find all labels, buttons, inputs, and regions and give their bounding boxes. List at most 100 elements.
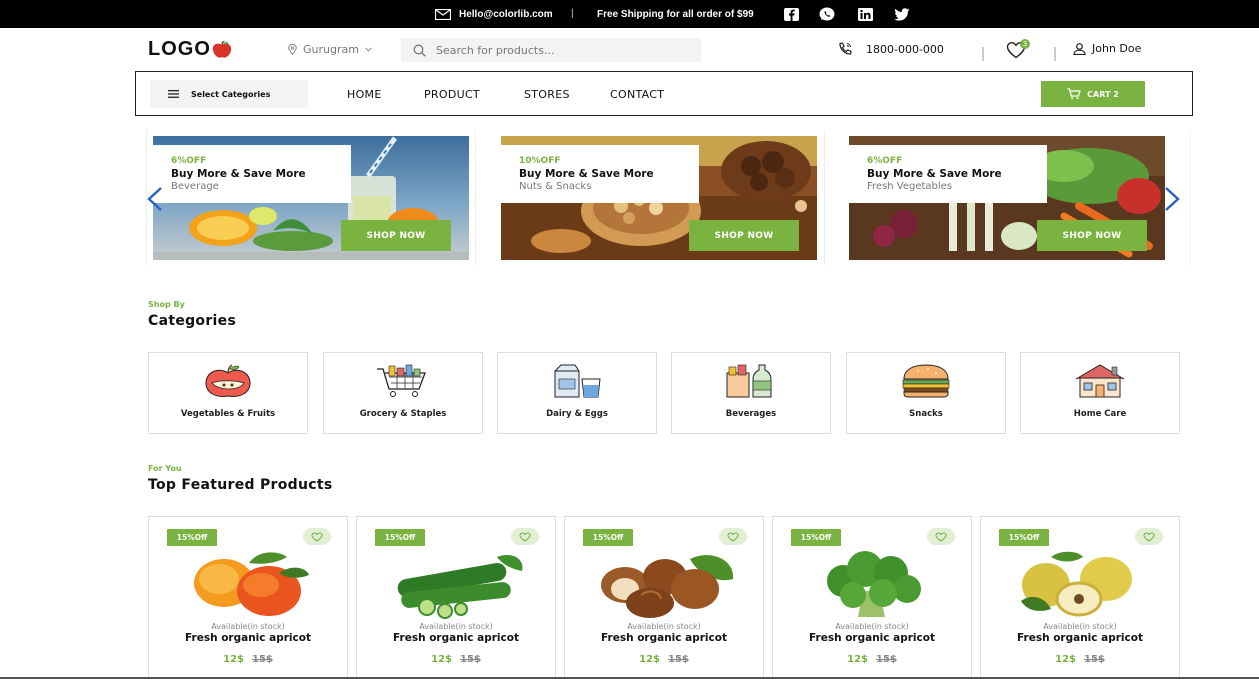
banner-subtitle: Beverage [171, 181, 219, 192]
category-label: Snacks [909, 409, 943, 419]
logo[interactable]: LOGO [148, 38, 233, 61]
slider-edge [475, 130, 476, 265]
promo-banner-beverage: 6%OFF Buy More & Save More Beverage SHOP… [153, 136, 469, 260]
search-icon[interactable] [413, 44, 426, 57]
shop-now-button[interactable]: SHOP NOW [689, 220, 799, 251]
drinks-icon [726, 364, 772, 398]
category-beverages[interactable]: Beverages [671, 352, 831, 434]
heart-icon [935, 531, 947, 542]
shopping-cart-icon [377, 364, 426, 397]
top-bar: Hello@colorlib.com | Free Shipping for a… [0, 0, 1259, 28]
location-pin-icon [288, 44, 297, 55]
chevron-left-icon[interactable] [144, 184, 164, 214]
phone-contact[interactable]: 1800-000-000 [838, 42, 944, 56]
header-divider [1054, 47, 1056, 61]
nav-stores[interactable]: STORES [524, 88, 570, 101]
email-link[interactable]: Hello@colorlib.com [435, 9, 553, 20]
category-label: Dairy & Eggs [546, 409, 608, 419]
product-name[interactable]: Fresh organic apricot [357, 632, 555, 644]
current-price: 12$ [847, 654, 868, 665]
banner-offer: 10%OFF [519, 156, 561, 166]
nav-product[interactable]: PRODUCT [424, 88, 480, 101]
product-name[interactable]: Fresh organic apricot [149, 632, 347, 644]
shop-now-button[interactable]: SHOP NOW [341, 220, 451, 251]
main-navigation: Select Categories HOME PRODUCT STORES CO… [135, 71, 1193, 116]
user-account[interactable]: John Doe [1073, 42, 1141, 55]
product-card[interactable]: 15%Off Available(in stock) Fresh organic… [148, 516, 348, 679]
linkedin-icon[interactable] [857, 7, 873, 21]
wishlist-count-badge: 3 [1020, 39, 1030, 49]
product-card[interactable]: 15%Off Available(in stock) Fresh organic… [564, 516, 764, 679]
category-vegetables-fruits[interactable]: Vegetables & Fruits [148, 352, 308, 434]
chevron-down-icon [365, 47, 372, 52]
cart-button[interactable]: CART 2 [1041, 81, 1145, 107]
location-selector[interactable]: Gurugram [288, 43, 372, 56]
heart-icon [727, 531, 739, 542]
favorite-button[interactable] [927, 528, 955, 545]
menu-icon [168, 90, 179, 98]
old-price: 15$ [668, 654, 689, 665]
old-price: 15$ [1084, 654, 1105, 665]
phone-number: 1800-000-000 [866, 42, 944, 56]
category-home-care[interactable]: Home Care [1020, 352, 1180, 434]
facebook-icon[interactable] [783, 7, 799, 21]
wishlist-button[interactable]: 3 [1006, 39, 1030, 61]
chevron-right-icon[interactable] [1163, 184, 1183, 214]
quince-image [1021, 551, 1132, 617]
shop-now-button[interactable]: SHOP NOW [1037, 220, 1147, 251]
banner-info: 6%OFF Buy More & Save More Fresh Vegetab… [849, 145, 1047, 203]
product-name[interactable]: Fresh organic apricot [773, 632, 971, 644]
favorite-button[interactable] [1135, 528, 1163, 545]
featured-title: Top Featured Products [148, 477, 333, 493]
hazelnut-image [601, 555, 734, 618]
phone-icon [839, 42, 852, 55]
banner-title: Buy More & Save More [867, 168, 1002, 180]
cucumber-image [397, 554, 523, 619]
category-label: Grocery & Staples [359, 409, 447, 419]
product-card[interactable]: 15%Off Available(in stock) Fresh organic… [356, 516, 556, 679]
discount-badge: 15%Off [999, 529, 1049, 546]
select-categories-button[interactable]: Select Categories [150, 80, 308, 108]
search-input[interactable] [436, 43, 676, 57]
banner-subtitle: Nuts & Snacks [519, 181, 592, 192]
burger-icon [902, 364, 950, 398]
nav-home[interactable]: HOME [347, 88, 382, 101]
select-categories-label: Select Categories [191, 89, 271, 99]
apple-logo-icon [212, 40, 232, 58]
nav-contact[interactable]: CONTACT [610, 88, 664, 101]
current-price: 12$ [639, 654, 660, 665]
logo-text: LOGO [148, 38, 211, 60]
banner-title: Buy More & Save More [519, 168, 654, 180]
category-grocery-staples[interactable]: Grocery & Staples [323, 352, 483, 434]
favorite-button[interactable] [303, 528, 331, 545]
old-price: 15$ [252, 654, 273, 665]
twitter-icon[interactable] [894, 7, 910, 21]
whatsapp-icon[interactable] [819, 7, 835, 21]
current-price: 12$ [1055, 654, 1076, 665]
banner-info: 10%OFF Buy More & Save More Nuts & Snack… [501, 145, 699, 203]
banner-offer: 6%OFF [867, 156, 903, 166]
current-price: 12$ [431, 654, 452, 665]
favorite-button[interactable] [719, 528, 747, 545]
availability-text: Available(in stock) [211, 622, 285, 631]
banner-subtitle: Fresh Vegetables [867, 181, 953, 192]
header-divider [982, 47, 984, 61]
product-card[interactable]: 15%Off Available(in stock) Fresh organic… [980, 516, 1180, 679]
user-name: John Doe [1092, 42, 1142, 55]
favorite-button[interactable] [511, 528, 539, 545]
featured-kicker: For You [148, 464, 182, 473]
current-price: 12$ [223, 654, 244, 665]
product-name[interactable]: Fresh organic apricot [981, 632, 1179, 644]
product-price: 12$ 15$ [149, 654, 347, 665]
product-card[interactable]: 15%Off Available(in stock) Fresh organic… [772, 516, 972, 679]
apricot-image [194, 552, 309, 616]
apple-icon [205, 364, 251, 397]
promo-banner-vegetables: 6%OFF Buy More & Save More Fresh Vegetab… [849, 136, 1165, 260]
heart-icon [1143, 531, 1155, 542]
categories-title: Categories [148, 313, 237, 329]
slider-edge [1190, 130, 1191, 265]
category-dairy-eggs[interactable]: Dairy & Eggs [497, 352, 657, 434]
product-name[interactable]: Fresh organic apricot [565, 632, 763, 644]
category-snacks[interactable]: Snacks [846, 352, 1006, 434]
old-price: 15$ [460, 654, 481, 665]
